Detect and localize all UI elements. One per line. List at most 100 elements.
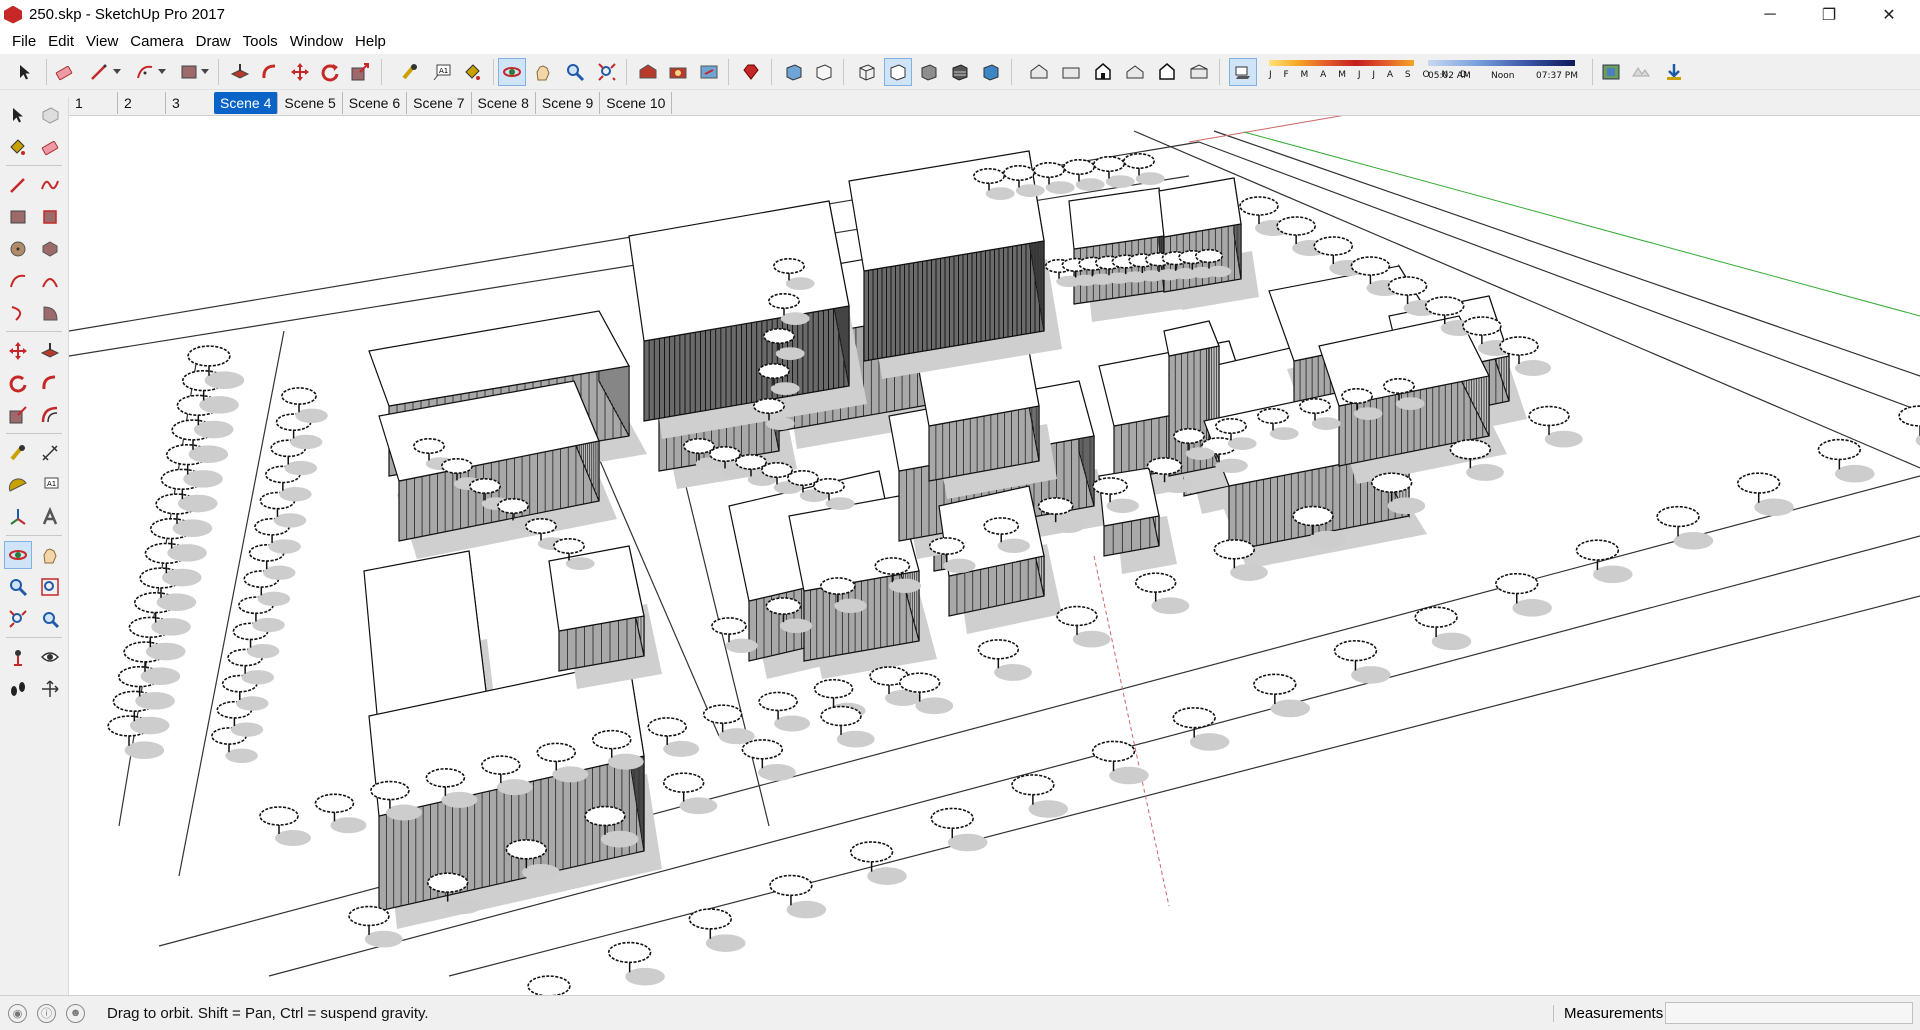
text-tool-icon[interactable]: A1 (428, 58, 456, 86)
menu-tools[interactable]: Tools (237, 29, 284, 54)
text-tool-icon[interactable]: A1 (36, 471, 64, 499)
shape-dropdown-icon[interactable] (198, 58, 212, 86)
circle-tool-icon[interactable] (4, 235, 32, 263)
orbit-tool-icon[interactable] (498, 58, 526, 86)
front-view-icon[interactable] (1089, 58, 1117, 86)
scene-tab-9[interactable]: Scene 9 (536, 91, 601, 114)
select-tool-icon[interactable] (4, 101, 32, 129)
measurements-input[interactable] (1665, 1002, 1913, 1024)
menu-view[interactable]: View (80, 29, 124, 54)
arc-tool-icon[interactable] (4, 267, 32, 295)
left-view-icon[interactable] (1185, 58, 1213, 86)
minimize-button[interactable]: ─ (1747, 0, 1793, 29)
eraser-tool-icon[interactable] (36, 133, 64, 161)
geo-location-icon[interactable]: ◉ (8, 1003, 27, 1023)
hidden-line-style-icon[interactable] (884, 58, 912, 86)
axes-tool-icon[interactable] (4, 503, 32, 531)
line-tool-icon[interactable] (4, 171, 32, 199)
menu-help[interactable]: Help (349, 29, 392, 54)
back-view-icon[interactable] (1153, 58, 1181, 86)
zoom-extents-tool-icon[interactable] (593, 58, 621, 86)
offset-tool-icon[interactable] (36, 401, 64, 429)
pan-tool-icon[interactable] (529, 58, 557, 86)
position-camera-tool-icon[interactable] (4, 643, 32, 671)
follow-me-tool-icon[interactable] (256, 58, 284, 86)
two-point-arc-tool-icon[interactable] (36, 267, 64, 295)
arc-dropdown-icon[interactable] (155, 58, 169, 86)
pie-tool-icon[interactable] (36, 299, 64, 327)
menu-window[interactable]: Window (284, 29, 349, 54)
shadows-toggle-icon[interactable] (1229, 58, 1257, 86)
shadow-settings-bar[interactable]: J F M A M J J A S O N D 05:02 AM Noon 07… (1263, 58, 1583, 88)
scene-tab-10[interactable]: Scene 10 (600, 91, 673, 114)
scene-tab-8[interactable]: Scene 8 (472, 91, 536, 114)
warehouse-icon[interactable] (634, 58, 662, 86)
extension-warehouse-icon[interactable] (664, 58, 692, 86)
select-tool-icon[interactable] (11, 58, 39, 86)
ruby-console-icon[interactable] (737, 58, 765, 86)
three-point-arc-tool-icon[interactable] (4, 299, 32, 327)
orbit-tool-icon[interactable] (4, 541, 32, 569)
zoom-extents-tool-icon[interactable] (4, 605, 32, 633)
top-view-icon[interactable] (1057, 58, 1085, 86)
move-tool-icon[interactable] (4, 337, 32, 365)
rectangle-tool-icon[interactable] (4, 203, 32, 231)
make-component-icon[interactable] (36, 101, 64, 129)
scale-tool-icon[interactable] (4, 401, 32, 429)
paint-bucket-tool-icon[interactable] (459, 58, 487, 86)
zoom-tool-icon[interactable] (561, 58, 589, 86)
move-tool-icon[interactable] (286, 58, 314, 86)
menu-draw[interactable]: Draw (190, 29, 237, 54)
scale-tool-icon[interactable] (346, 58, 374, 86)
polygon-tool-icon[interactable] (36, 235, 64, 263)
model-view[interactable] (69, 116, 1920, 995)
maximize-button[interactable]: ❐ (1806, 0, 1852, 29)
zoom-window-tool-icon[interactable] (36, 573, 64, 601)
dimension-tool-icon[interactable] (36, 439, 64, 467)
paint-bucket-tool-icon[interactable] (4, 133, 32, 161)
follow-me-tool-icon[interactable] (36, 369, 64, 397)
scene-tab-5[interactable]: Scene 5 (278, 91, 343, 114)
tape-measure-tool-icon[interactable] (4, 439, 32, 467)
photo-textures-icon[interactable] (1660, 58, 1688, 86)
right-view-icon[interactable] (1121, 58, 1149, 86)
add-location-icon[interactable] (1597, 58, 1625, 86)
xray-style-icon[interactable] (780, 58, 808, 86)
month-slider[interactable] (1269, 60, 1414, 66)
rotate-tool-icon[interactable] (316, 58, 344, 86)
time-slider[interactable] (1428, 60, 1575, 66)
shaded-textures-style-icon[interactable] (946, 58, 974, 86)
scene-tab-7[interactable]: Scene 7 (407, 91, 472, 114)
user-account-icon[interactable]: ☻ (66, 1003, 85, 1023)
toggle-terrain-icon[interactable] (1627, 58, 1655, 86)
shaded-style-icon[interactable] (915, 58, 943, 86)
tape-measure-tool-icon[interactable] (396, 58, 424, 86)
line-tool-icon[interactable] (85, 58, 113, 86)
line-dropdown-icon[interactable] (110, 58, 124, 86)
monochrome-style-icon[interactable] (977, 58, 1005, 86)
share-model-icon[interactable] (695, 58, 723, 86)
pan-tool-icon[interactable] (36, 541, 64, 569)
close-button[interactable]: ✕ (1866, 0, 1912, 29)
protractor-tool-icon[interactable] (4, 471, 32, 499)
iso-view-icon[interactable] (1025, 58, 1053, 86)
back-edges-style-icon[interactable] (810, 58, 838, 86)
push-pull-tool-icon[interactable] (36, 337, 64, 365)
drawing-viewport[interactable] (69, 115, 1920, 995)
look-around-tool-icon[interactable] (36, 643, 64, 671)
wireframe-style-icon[interactable] (853, 58, 881, 86)
previous-view-icon[interactable] (36, 605, 64, 633)
rotated-rectangle-tool-icon[interactable] (36, 203, 64, 231)
3d-text-tool-icon[interactable] (36, 503, 64, 531)
scene-tab-6[interactable]: Scene 6 (343, 91, 408, 114)
zoom-tool-icon[interactable] (4, 573, 32, 601)
section-plane-tool-icon[interactable] (36, 675, 64, 703)
freehand-tool-icon[interactable] (36, 171, 64, 199)
scene-tab-3[interactable]: 3 (166, 92, 214, 114)
walk-tool-icon[interactable] (4, 675, 32, 703)
credits-icon[interactable]: ⓘ (37, 1003, 56, 1023)
menu-edit[interactable]: Edit (42, 29, 80, 54)
menu-file[interactable]: File (6, 29, 42, 54)
rotate-tool-icon[interactable] (4, 369, 32, 397)
scene-tab-2[interactable]: 2 (118, 91, 166, 114)
